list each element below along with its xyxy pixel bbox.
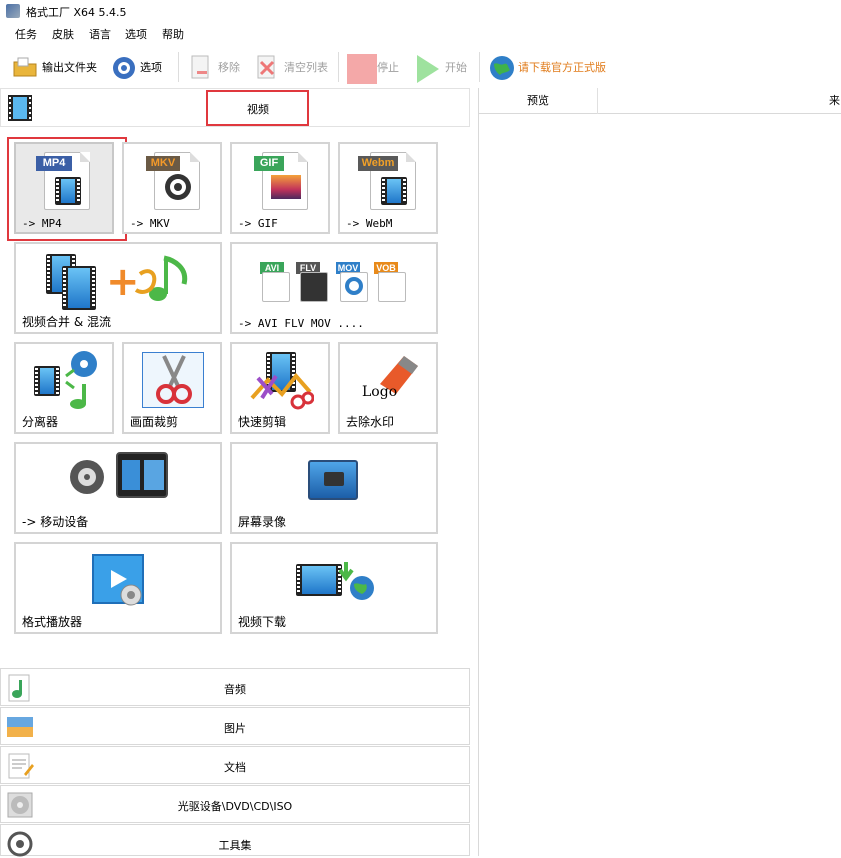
folder-icon (12, 54, 38, 80)
task-list[interactable]: 预览 来 (478, 88, 841, 856)
menu-skin[interactable]: 皮肤 (52, 26, 74, 42)
menu-task[interactable]: 任务 (15, 26, 37, 42)
mkv-tag: MKV (146, 156, 180, 171)
tile-format-player[interactable]: 格式播放器 (14, 542, 222, 634)
menu-bar: 任务 皮肤 语言 选项 帮助 (0, 24, 841, 44)
film-strip-icon (7, 94, 33, 122)
phone-icon (116, 452, 168, 498)
tile-remove-watermark[interactable]: Logo 去除水印 (338, 342, 438, 434)
tile-to-mkv[interactable]: MKV -> MKV (122, 142, 222, 234)
tile-label: 格式播放器 (22, 615, 83, 629)
toolbar: 输出文件夹 选项 移除 清空列表 停止 开始 请下载官方正式版 (0, 46, 841, 88)
toolbar-separator (178, 52, 179, 82)
section-picture[interactable]: 图片 (0, 707, 470, 745)
tile-label: 画面裁剪 (130, 415, 179, 429)
tile-video-download[interactable]: 视频下载 (230, 542, 438, 634)
column-source[interactable]: 来 (829, 88, 840, 114)
play-icon (415, 54, 441, 83)
tile-label: 视频合并 & 混流 (22, 315, 111, 329)
toolbar-separator (338, 52, 339, 82)
clear-list-icon (254, 54, 280, 80)
quicktime-icon (340, 272, 368, 302)
tile-splitter[interactable]: 分离器 (14, 342, 114, 434)
window-title: 格式工厂 X64 5.4.5 (26, 6, 127, 19)
tile-label: -> GIF (238, 217, 278, 230)
gif-tag: GIF (254, 156, 284, 171)
tile-label: 快速剪辑 (238, 415, 287, 429)
section-optical[interactable]: 光驱设备\DVD\CD\ISO (0, 785, 470, 823)
webm-tag: Webm (358, 156, 398, 171)
stop-icon (347, 54, 377, 84)
film-icon (62, 266, 96, 310)
film-icon (34, 366, 60, 396)
clear-list-button[interactable]: 清空列表 (254, 52, 328, 82)
section-audio-label: 音频 (224, 683, 246, 696)
tile-label: 屏幕录像 (238, 515, 287, 529)
menu-options[interactable]: 选项 (125, 26, 147, 42)
stop-button[interactable]: 停止 (347, 52, 399, 84)
highlight-box (7, 137, 127, 241)
tile-to-webm[interactable]: Webm -> WebM (338, 142, 438, 234)
clip-icon (250, 372, 314, 410)
clapper-icon (300, 272, 328, 302)
column-preview[interactable]: 预览 (479, 88, 598, 114)
tile-label: 分离器 (22, 415, 59, 429)
tile-label: -> WebM (346, 217, 393, 230)
scissors-icon (156, 355, 192, 404)
remove-doc-icon (188, 54, 214, 80)
tile-label: -> MKV (130, 217, 170, 230)
task-list-header: 预览 来 (479, 88, 841, 114)
music-note-icon (134, 255, 188, 301)
gear-icon (110, 54, 136, 80)
tile-screen-record[interactable]: 屏幕录像 (230, 442, 438, 534)
tile-label: 去除水印 (346, 415, 395, 429)
remove-button[interactable]: 移除 (188, 52, 240, 82)
tile-to-gif[interactable]: GIF -> GIF (230, 142, 330, 234)
tile-label: -> AVI FLV MOV .... (238, 317, 364, 330)
logo-text: Logo (362, 384, 398, 400)
section-picture-label: 图片 (224, 722, 246, 735)
tile-quick-clip[interactable]: 快速剪辑 (230, 342, 330, 434)
tile-label: -> 移动设备 (22, 515, 89, 529)
disc-icon (70, 460, 104, 494)
menu-language[interactable]: 语言 (89, 26, 111, 42)
menu-help[interactable]: 帮助 (162, 26, 184, 42)
player-icon (92, 554, 144, 606)
screen-camera-icon (308, 460, 358, 500)
section-document[interactable]: 文档 (0, 746, 470, 784)
download-official-link[interactable]: 请下载官方正式版 (488, 52, 606, 82)
section-document-label: 文档 (224, 761, 246, 774)
download-globe-icon (338, 562, 374, 600)
section-tools[interactable]: 工具集 (0, 824, 470, 857)
options-button[interactable]: 选项 (110, 52, 162, 82)
app-icon (6, 4, 20, 18)
splitter-icon (65, 351, 97, 409)
section-optical-label: 光驱设备\DVD\CD\ISO (177, 800, 293, 813)
tile-label: 视频下载 (238, 615, 287, 629)
reel-icon (378, 272, 406, 302)
tile-to-multi-format[interactable]: AVI FLV MOV VOB -> AVI FLV MOV .... (230, 242, 438, 334)
section-tools-label: 工具集 (218, 839, 252, 852)
title-bar: 格式工厂 X64 5.4.5 (0, 0, 841, 22)
tile-merge-mux[interactable]: + 视频合并 & 混流 (14, 242, 222, 334)
category-panel: 视频 MP4 -> MP4 MKV -> MKV GIF -> GIF Webm… (0, 88, 470, 857)
toolbar-separator (479, 52, 480, 82)
tile-mobile-device[interactable]: -> 移动设备 (14, 442, 222, 534)
output-folder-button[interactable]: 输出文件夹 (12, 52, 97, 82)
globe-icon (488, 54, 514, 80)
section-audio[interactable]: 音频 (0, 668, 470, 706)
avi-file-icon (262, 272, 290, 302)
start-button[interactable]: 开始 (415, 52, 467, 83)
tile-crop[interactable]: 画面裁剪 (122, 342, 222, 434)
highlight-box (206, 90, 309, 126)
